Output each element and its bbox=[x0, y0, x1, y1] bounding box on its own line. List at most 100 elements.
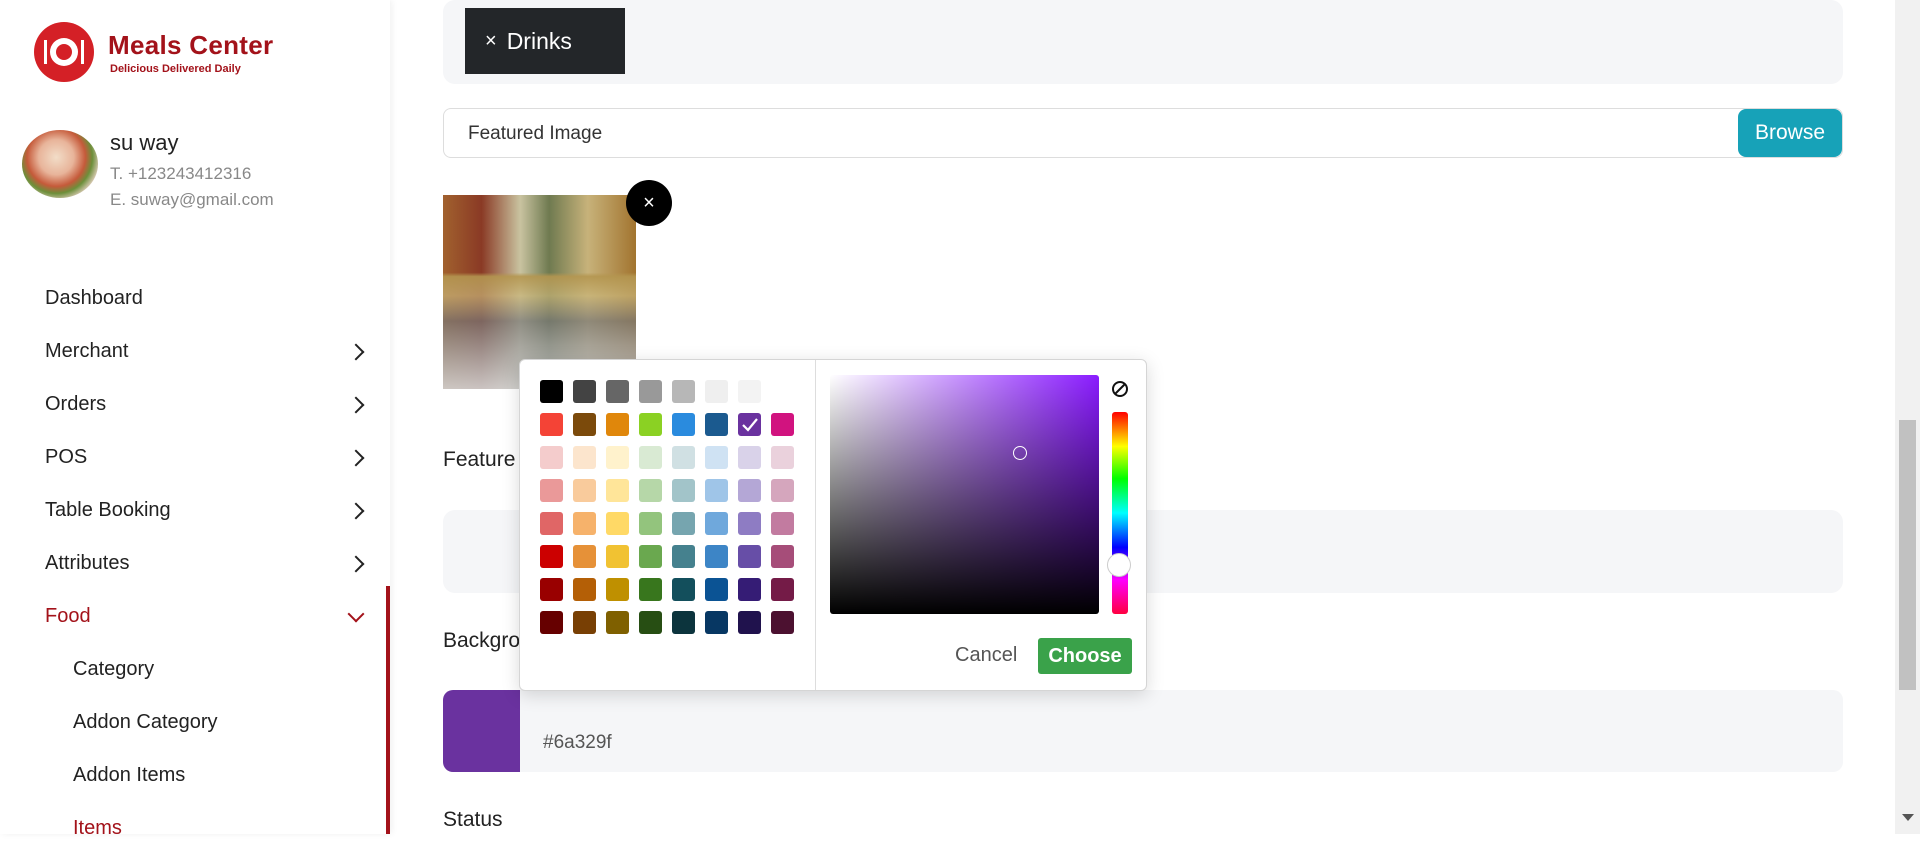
remove-image-button[interactable]: × bbox=[626, 180, 672, 226]
hue-slider[interactable] bbox=[1112, 412, 1128, 614]
status-label: Status bbox=[443, 808, 503, 831]
color-swatch[interactable] bbox=[606, 413, 629, 436]
color-swatch[interactable] bbox=[672, 611, 695, 634]
color-swatch[interactable] bbox=[672, 512, 695, 535]
color-swatch[interactable] bbox=[705, 446, 728, 469]
color-swatch[interactable] bbox=[738, 512, 761, 535]
color-swatch[interactable] bbox=[738, 446, 761, 469]
color-swatch[interactable] bbox=[573, 611, 596, 634]
color-swatch[interactable] bbox=[540, 578, 563, 601]
color-swatch[interactable] bbox=[573, 446, 596, 469]
color-swatch[interactable] bbox=[672, 578, 695, 601]
color-swatch[interactable] bbox=[738, 413, 761, 436]
sidebar-item-attributes[interactable]: Attributes bbox=[0, 537, 390, 590]
saturation-cursor[interactable] bbox=[1013, 446, 1027, 460]
color-swatch[interactable] bbox=[738, 380, 761, 403]
sidebar-subitem-addon-category[interactable]: Addon Category bbox=[0, 696, 390, 749]
browse-button[interactable]: Browse bbox=[1738, 109, 1842, 157]
tag-remove-icon[interactable]: × bbox=[485, 30, 497, 53]
color-swatch[interactable] bbox=[573, 380, 596, 403]
color-swatch[interactable] bbox=[540, 512, 563, 535]
color-swatch[interactable] bbox=[771, 413, 794, 436]
sidebar-subitem-category[interactable]: Category bbox=[0, 643, 390, 696]
color-swatch[interactable] bbox=[606, 611, 629, 634]
color-swatch[interactable] bbox=[573, 413, 596, 436]
color-swatch[interactable] bbox=[573, 578, 596, 601]
color-swatch[interactable] bbox=[573, 479, 596, 502]
color-swatch[interactable] bbox=[540, 380, 563, 403]
sidebar-subitem-items[interactable]: Items bbox=[0, 802, 390, 855]
saturation-box[interactable] bbox=[830, 375, 1099, 614]
scrollbar-thumb[interactable] bbox=[1899, 420, 1916, 690]
background-color-field[interactable]: #6a329f bbox=[443, 690, 1843, 772]
choose-button[interactable]: Choose bbox=[1038, 638, 1132, 674]
brand-logo[interactable]: Meals Center Delicious Delivered Daily bbox=[34, 22, 273, 82]
color-swatch[interactable] bbox=[639, 479, 662, 502]
color-swatch[interactable] bbox=[639, 578, 662, 601]
color-swatch[interactable] bbox=[705, 578, 728, 601]
sidebar-item-food[interactable]: Food bbox=[0, 590, 390, 643]
page-scrollbar[interactable] bbox=[1895, 0, 1920, 834]
color-swatch[interactable] bbox=[672, 545, 695, 568]
color-swatch[interactable] bbox=[738, 479, 761, 502]
color-swatch[interactable] bbox=[540, 479, 563, 502]
color-swatch[interactable] bbox=[672, 446, 695, 469]
color-swatch[interactable] bbox=[771, 578, 794, 601]
color-swatch[interactable] bbox=[573, 545, 596, 568]
tags-panel: × Drinks bbox=[443, 0, 1843, 84]
color-swatch[interactable] bbox=[705, 512, 728, 535]
hue-slider-handle[interactable] bbox=[1107, 553, 1131, 577]
color-swatch[interactable] bbox=[639, 380, 662, 403]
sidebar-subitem-addon-items[interactable]: Addon Items bbox=[0, 749, 390, 802]
color-swatch[interactable] bbox=[540, 413, 563, 436]
color-swatch[interactable] bbox=[705, 611, 728, 634]
cancel-button[interactable]: Cancel bbox=[955, 644, 1017, 667]
color-swatch[interactable] bbox=[606, 512, 629, 535]
color-swatch[interactable] bbox=[639, 512, 662, 535]
clear-color-icon[interactable] bbox=[1111, 380, 1129, 398]
sidebar-item-merchant[interactable]: Merchant bbox=[0, 325, 390, 378]
color-swatch[interactable] bbox=[606, 479, 629, 502]
background-color-value[interactable]: #6a329f bbox=[543, 732, 612, 754]
color-swatch[interactable] bbox=[639, 611, 662, 634]
category-tag[interactable]: × Drinks bbox=[465, 8, 625, 74]
color-swatch[interactable] bbox=[573, 512, 596, 535]
color-swatch[interactable] bbox=[738, 578, 761, 601]
color-swatch[interactable] bbox=[672, 413, 695, 436]
color-swatch[interactable] bbox=[771, 545, 794, 568]
sidebar-item-table-booking[interactable]: Table Booking bbox=[0, 484, 390, 537]
color-swatch[interactable] bbox=[705, 479, 728, 502]
sidebar-item-orders[interactable]: Orders bbox=[0, 378, 390, 431]
color-swatch[interactable] bbox=[639, 545, 662, 568]
sidebar-nav: Dashboard Merchant Orders POS Table Book… bbox=[0, 272, 390, 855]
color-swatch[interactable] bbox=[705, 545, 728, 568]
scroll-down-arrow-icon[interactable] bbox=[1902, 814, 1914, 821]
sidebar-item-label: POS bbox=[45, 446, 88, 468]
color-swatch[interactable] bbox=[639, 446, 662, 469]
color-swatch[interactable] bbox=[705, 380, 728, 403]
color-swatch[interactable] bbox=[639, 413, 662, 436]
color-swatch[interactable] bbox=[540, 611, 563, 634]
background-color-swatch[interactable] bbox=[443, 690, 520, 772]
color-swatch[interactable] bbox=[606, 446, 629, 469]
color-swatch[interactable] bbox=[738, 611, 761, 634]
color-swatch[interactable] bbox=[771, 380, 794, 403]
sidebar-item-label: Dashboard bbox=[45, 287, 143, 309]
color-swatch[interactable] bbox=[606, 578, 629, 601]
color-swatch[interactable] bbox=[771, 512, 794, 535]
color-swatch[interactable] bbox=[606, 545, 629, 568]
sidebar-item-dashboard[interactable]: Dashboard bbox=[0, 272, 390, 325]
color-swatch[interactable] bbox=[540, 446, 563, 469]
color-swatch[interactable] bbox=[771, 611, 794, 634]
color-swatch[interactable] bbox=[672, 479, 695, 502]
color-swatch[interactable] bbox=[606, 380, 629, 403]
sidebar-item-label: Food bbox=[45, 605, 91, 627]
color-swatch[interactable] bbox=[540, 545, 563, 568]
sidebar-item-pos[interactable]: POS bbox=[0, 431, 390, 484]
color-swatch[interactable] bbox=[771, 479, 794, 502]
featured-image-field[interactable]: Featured Image Browse bbox=[443, 108, 1843, 158]
color-swatch[interactable] bbox=[738, 545, 761, 568]
color-swatch[interactable] bbox=[672, 380, 695, 403]
color-swatch[interactable] bbox=[705, 413, 728, 436]
color-swatch[interactable] bbox=[771, 446, 794, 469]
